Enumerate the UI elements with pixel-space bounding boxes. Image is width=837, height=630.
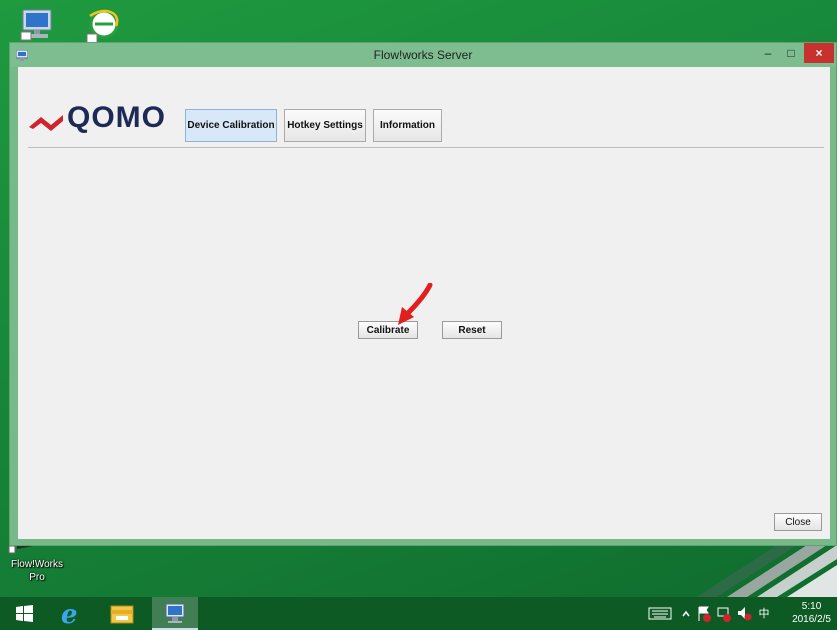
folder-icon bbox=[110, 605, 134, 624]
windows-logo-icon bbox=[16, 605, 33, 622]
minimize-button[interactable]: – bbox=[756, 43, 780, 63]
title-bar[interactable]: Flow!works Server – □ × bbox=[10, 43, 836, 67]
action-center-flag-icon[interactable] bbox=[695, 597, 713, 630]
internet-explorer-desktop-icon[interactable] bbox=[86, 6, 122, 44]
qomo-logo: QOMO QOMO bbox=[27, 97, 187, 158]
show-hidden-icons-chevron-icon[interactable] bbox=[679, 597, 693, 630]
flowworks-sublabel: Pro bbox=[29, 572, 45, 583]
wallpaper-streaks bbox=[657, 545, 837, 597]
clock-date: 2016/2/5 bbox=[792, 614, 831, 625]
reset-button[interactable]: Reset bbox=[442, 321, 502, 339]
taskbar-internet-explorer[interactable]: e bbox=[52, 597, 88, 630]
clock[interactable]: 5:10 2016/2/5 bbox=[792, 600, 831, 626]
internet-explorer-icon: e bbox=[61, 600, 78, 630]
close-button[interactable]: Close bbox=[774, 513, 822, 531]
client-area: QOMO QOMO Device Calibration Hotkey Sett… bbox=[18, 67, 830, 539]
window-close-button[interactable]: × bbox=[804, 43, 834, 63]
taskbar: e 中 5:10 2016/2/5 bbox=[0, 597, 837, 630]
network-disconnected-icon[interactable] bbox=[715, 597, 733, 630]
flowworks-server-window: Flow!works Server – □ × QOMO QOMO Device… bbox=[9, 42, 837, 546]
system-tray: 中 5:10 2016/2/5 bbox=[637, 597, 837, 630]
logo-text: QOMO bbox=[67, 101, 166, 134]
volume-muted-icon[interactable] bbox=[735, 597, 753, 630]
header-separator bbox=[28, 147, 824, 148]
svg-text:e: e bbox=[61, 600, 78, 630]
flowworks-server-icon bbox=[165, 603, 185, 623]
taskbar-flowworks-server[interactable] bbox=[152, 597, 198, 630]
tab-information[interactable]: Information bbox=[373, 109, 442, 142]
flowworks-label: Flow!Works bbox=[10, 559, 64, 570]
annotation-arrow-icon bbox=[388, 282, 438, 329]
maximize-button[interactable]: □ bbox=[779, 43, 803, 63]
touch-keyboard-icon[interactable] bbox=[645, 597, 675, 630]
tab-hotkey-settings[interactable]: Hotkey Settings bbox=[284, 109, 366, 142]
taskbar-file-explorer[interactable] bbox=[104, 597, 140, 630]
ime-indicator[interactable]: 中 bbox=[755, 597, 773, 630]
clock-time: 5:10 bbox=[801, 601, 822, 612]
computer-desktop-icon[interactable] bbox=[20, 8, 56, 42]
tab-device-calibration[interactable]: Device Calibration bbox=[185, 109, 277, 142]
flowworks-desktop-icon[interactable]: Flow!Works Pro bbox=[4, 540, 70, 596]
start-button[interactable] bbox=[8, 597, 42, 630]
window-title: Flow!works Server bbox=[373, 48, 473, 62]
